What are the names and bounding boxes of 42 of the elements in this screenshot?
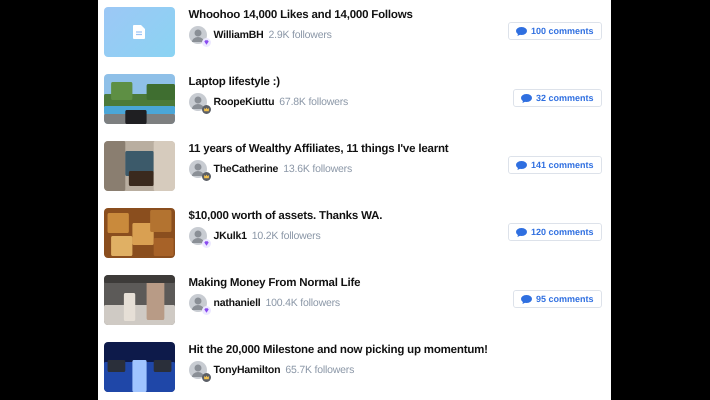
follower-count: 67.8K followers	[279, 96, 348, 108]
crown-badge-icon	[202, 172, 210, 181]
comments-button[interactable]: 95 comments	[512, 290, 602, 308]
follower-count: 2.9K followers	[268, 29, 332, 41]
speech-bubble-icon	[520, 294, 532, 304]
follower-count: 100.4K followers	[266, 297, 340, 309]
speech-bubble-icon	[520, 94, 532, 102]
speech-bubble-icon	[516, 160, 527, 170]
post-title[interactable]: Making Money From Normal Life	[188, 277, 513, 289]
comments-button[interactable]: 32 comments	[512, 89, 602, 107]
thumbnail[interactable]	[104, 7, 174, 57]
post-title[interactable]: 11 years of Wealthy Affiliates, 11 things I've learnt	[188, 143, 508, 155]
avatar	[188, 93, 206, 111]
post-title[interactable]: $10,000 worth of assets. Thanks WA.	[188, 210, 508, 222]
speech-bubble-icon	[516, 228, 527, 236]
author-name[interactable]: WilliamBH	[214, 29, 264, 41]
follower-count: 65.7K followers	[285, 364, 354, 376]
post-title[interactable]: Whoohoo 14,000 Likes and 14,000 Follows	[188, 9, 508, 21]
avatar	[188, 227, 206, 245]
comments-button[interactable]: 141 comments	[508, 156, 602, 174]
document-icon	[133, 25, 145, 39]
follower-count: 10.2K followers	[252, 230, 321, 242]
speech-bubble-icon	[516, 26, 527, 36]
author-name[interactable]: TonyHamilton	[214, 364, 280, 376]
avatar	[188, 160, 206, 178]
author-name[interactable]: JKulk1	[214, 230, 247, 242]
post-title[interactable]: Laptop lifestyle :)	[188, 76, 513, 88]
post-title[interactable]: Hit the 20,000 Milestone and now picking up momentum!	[188, 344, 602, 356]
avatar	[188, 361, 206, 379]
avatar	[188, 294, 206, 312]
diamond-badge-icon	[202, 239, 210, 248]
avatar	[188, 26, 206, 44]
comments-button[interactable]: 100 comments	[508, 22, 602, 40]
crown-badge-icon	[202, 105, 210, 114]
comments-button[interactable]: 120 comments	[508, 223, 602, 241]
author-name[interactable]: TheCatherine	[214, 163, 278, 175]
follower-count: 13.6K followers	[283, 163, 352, 175]
crown-badge-icon	[202, 373, 210, 382]
author-name[interactable]: nathaniell	[214, 297, 261, 309]
diamond-badge-icon	[202, 306, 210, 315]
diamond-badge-icon	[202, 38, 210, 47]
author-name[interactable]: RoopeKiuttu	[214, 96, 274, 108]
